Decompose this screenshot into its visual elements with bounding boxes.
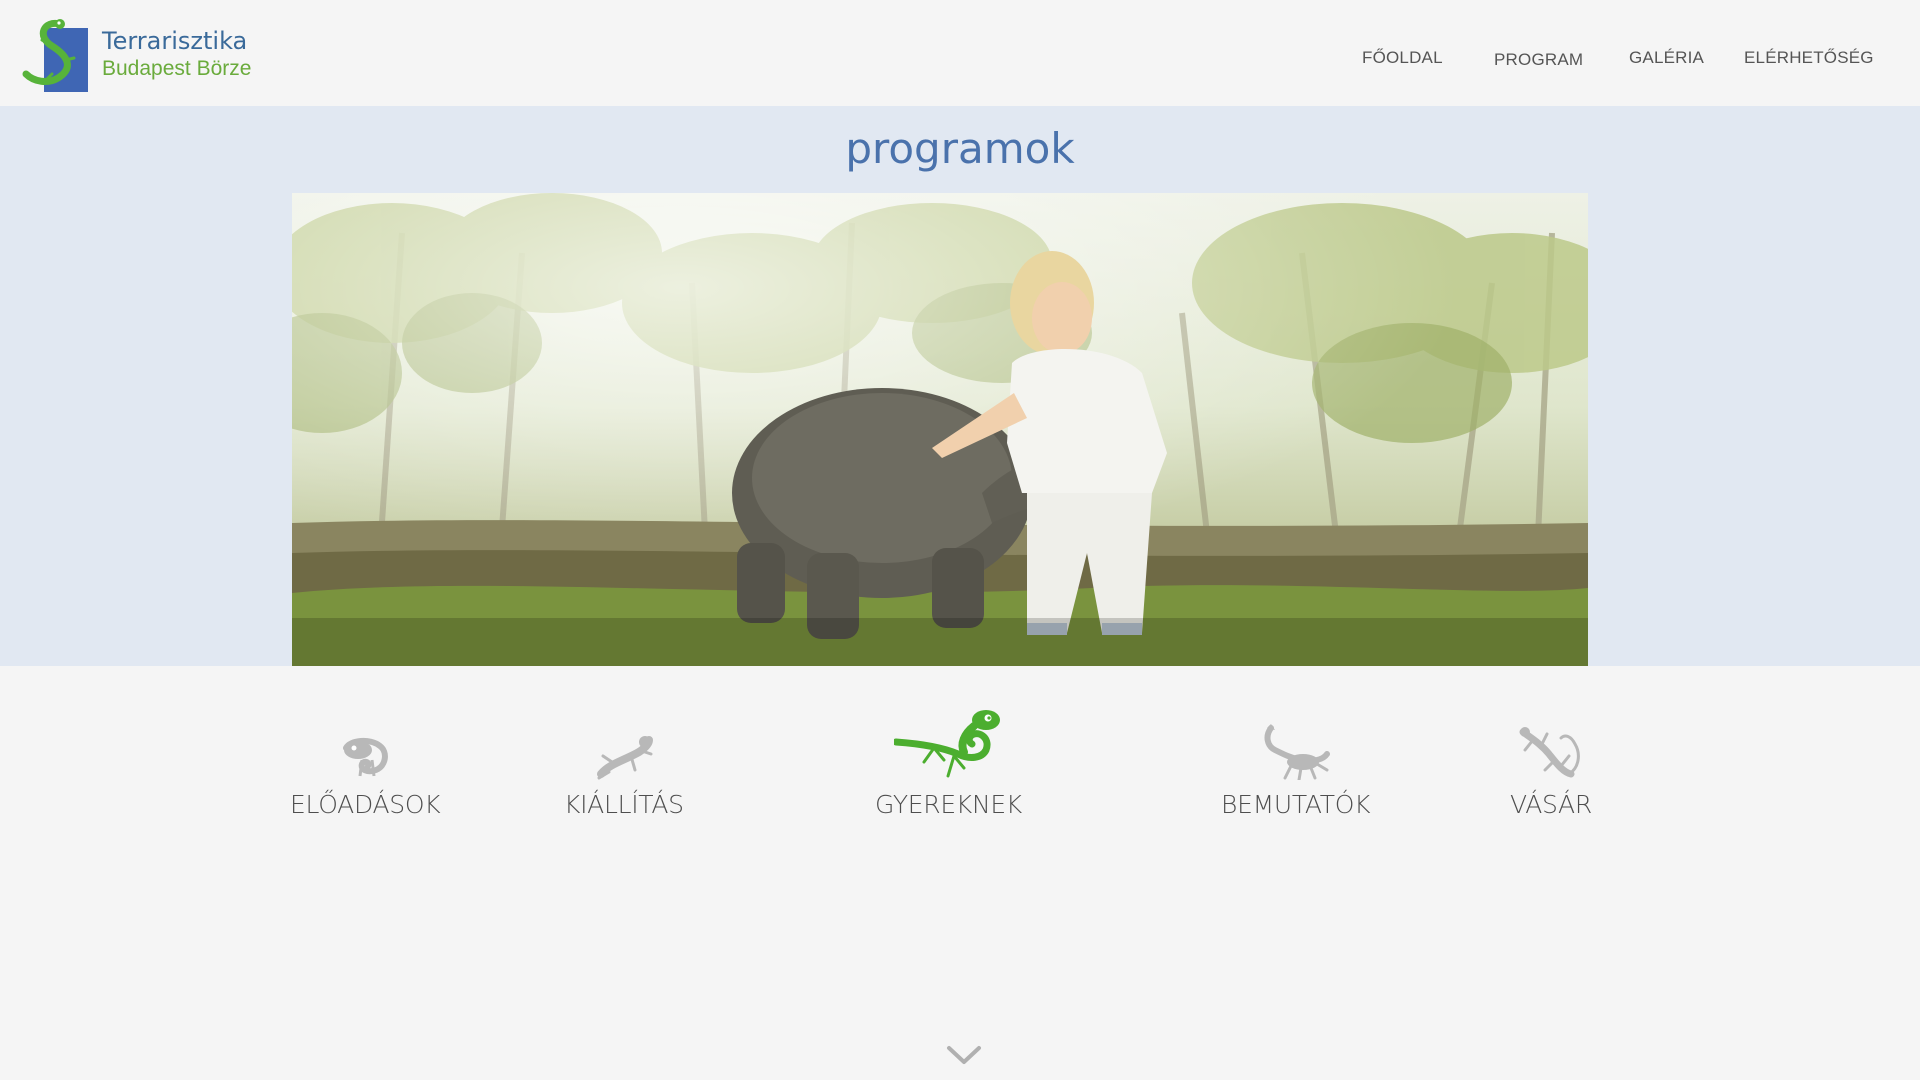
- site-header: Terrarisztika Budapest Börze Főoldal Pro…: [0, 0, 1920, 106]
- category-vasar[interactable]: Vásár: [1510, 700, 1592, 819]
- page-title: programok: [845, 124, 1075, 173]
- nav-item-elerhetoseg[interactable]: Elérhetőség: [1744, 48, 1874, 68]
- nav-item-fooldal[interactable]: Főoldal: [1362, 48, 1443, 68]
- category-gyereknek[interactable]: Gyereknek: [875, 700, 1022, 819]
- category-label: Gyereknek: [875, 790, 1022, 819]
- chameleon-icon: [343, 738, 389, 777]
- gecko-icon: [1519, 727, 1580, 778]
- category-label: Kiállítás: [564, 790, 684, 819]
- category-label: Bemutatók: [1221, 790, 1371, 819]
- hero-image: [292, 193, 1588, 666]
- nav-item-program[interactable]: Program: [1494, 50, 1583, 70]
- category-label: Vásár: [1510, 790, 1592, 819]
- scorpion-icon: [1264, 724, 1330, 780]
- hero-photo-tortoise-child: [292, 193, 1588, 666]
- program-categories: Előadások Kiállítás Gyereknek: [0, 700, 1920, 840]
- category-kiallitas[interactable]: Kiállítás: [564, 700, 684, 819]
- category-eloadasok[interactable]: Előadások: [290, 700, 441, 819]
- frog-icon: [596, 736, 653, 780]
- lizard-icon: [894, 710, 1001, 778]
- chevron-down-icon[interactable]: [945, 1044, 983, 1066]
- hero-section: programok: [0, 106, 1920, 666]
- nav-item-galeria[interactable]: Galéria: [1629, 48, 1704, 68]
- main-nav: Főoldal Program Galéria Elérhetőség: [0, 44, 1920, 74]
- category-label: Előadások: [290, 790, 441, 819]
- category-bemutatok[interactable]: Bemutatók: [1221, 700, 1370, 819]
